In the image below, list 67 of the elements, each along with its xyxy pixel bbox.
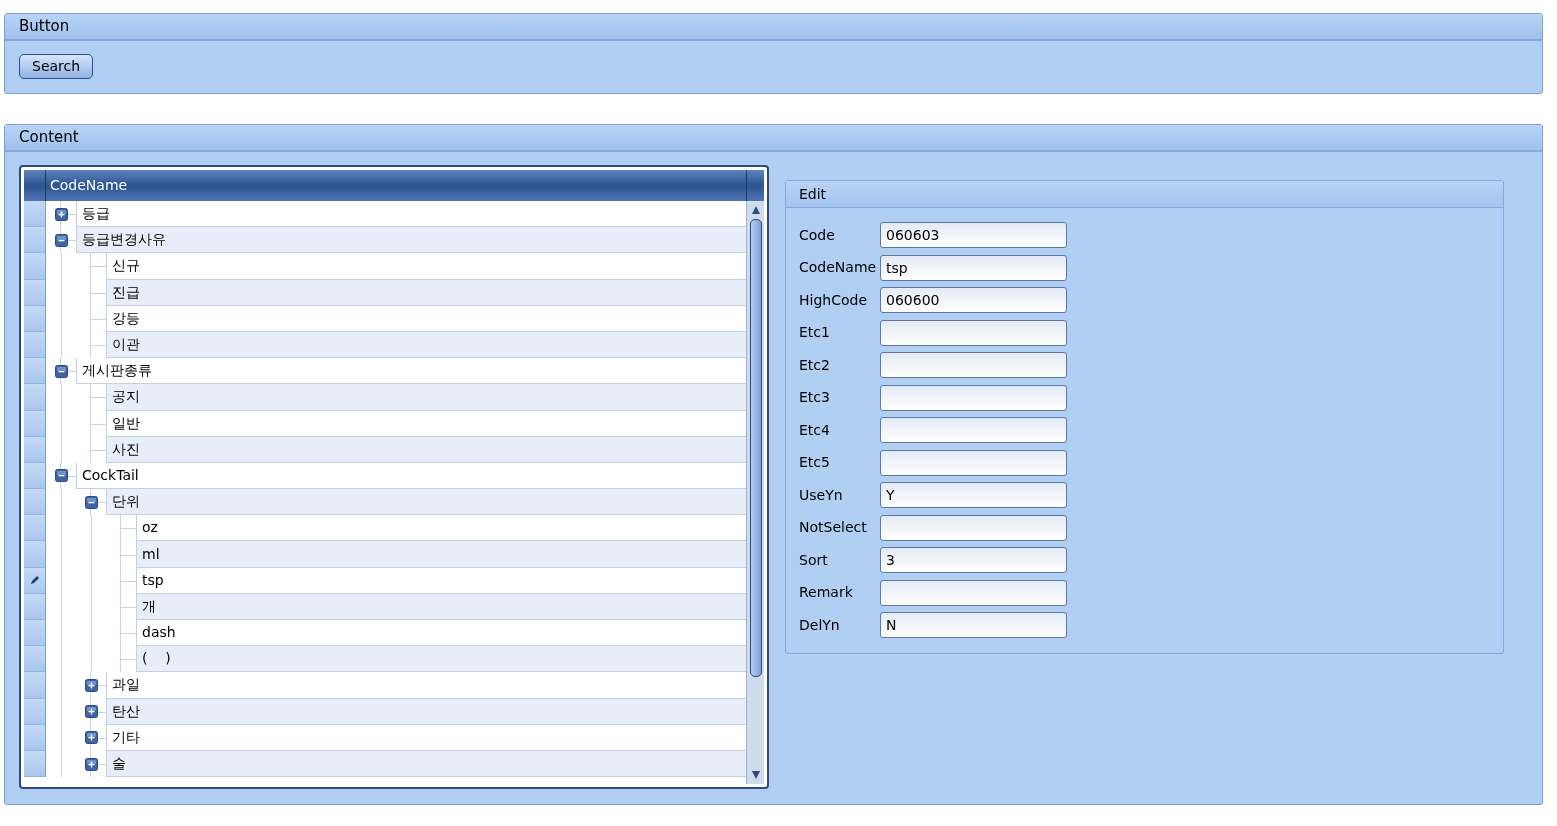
- field-label: Remark: [799, 583, 854, 602]
- tree-cell[interactable]: 등급: [76, 201, 746, 228]
- tree-cell[interactable]: 등급변경사유: [76, 227, 746, 254]
- input-field[interactable]: 060603: [880, 222, 1067, 248]
- field-label: Sort: [799, 550, 829, 570]
- input-field[interactable]: N: [880, 612, 1067, 638]
- plus-box-icon[interactable]: [84, 705, 98, 719]
- plus-box-icon[interactable]: [84, 678, 98, 692]
- plus-box-icon[interactable]: [84, 757, 98, 771]
- input-field[interactable]: tsp: [880, 254, 1067, 281]
- scrollbar[interactable]: [746, 201, 764, 784]
- input-field[interactable]: Y: [880, 482, 1067, 508]
- panel-title: Content: [19, 127, 79, 149]
- input-field[interactable]: [880, 319, 1067, 346]
- tree-cell[interactable]: ( ): [136, 646, 746, 673]
- input-field[interactable]: [880, 352, 1067, 378]
- tree-cell[interactable]: oz: [136, 515, 746, 542]
- field-label: HighCode: [799, 290, 869, 310]
- group-title: Edit: [799, 184, 827, 204]
- panel-title: Button: [19, 16, 70, 38]
- minus-box-icon[interactable]: [84, 495, 98, 509]
- tree-cell[interactable]: 신규: [106, 253, 746, 280]
- tree-cell[interactable]: 사진: [106, 436, 746, 463]
- up-arrow-icon[interactable]: [750, 205, 761, 215]
- field-label: Code: [799, 225, 836, 245]
- input-field[interactable]: 060600: [880, 287, 1067, 313]
- input-field[interactable]: [880, 449, 1067, 476]
- down-arrow-icon[interactable]: [750, 770, 761, 780]
- field-label: Etc1: [799, 323, 831, 342]
- tree-cell[interactable]: 과일: [106, 672, 746, 699]
- plus-box-icon[interactable]: [54, 207, 68, 221]
- tree-cell[interactable]: 개: [136, 593, 746, 620]
- tree-cell[interactable]: 단위: [106, 489, 746, 516]
- field-label: Etc2: [799, 355, 831, 375]
- minus-box-icon[interactable]: [54, 233, 68, 247]
- tree-cell[interactable]: 일반: [106, 410, 746, 437]
- input-field[interactable]: [880, 514, 1067, 541]
- tree-cell[interactable]: 술: [106, 750, 746, 778]
- tree-cell[interactable]: 기타: [106, 724, 746, 751]
- field-label: NotSelect: [799, 518, 868, 537]
- row-header[interactable]: [24, 567, 46, 594]
- tree-cell[interactable]: 강등: [106, 305, 746, 332]
- tree-cell[interactable]: tsp: [136, 567, 746, 594]
- pencil-icon: [29, 575, 40, 586]
- field-label: Etc4: [799, 420, 831, 440]
- tree-cell[interactable]: 탄산: [106, 698, 746, 725]
- field-label: Etc3: [799, 388, 831, 407]
- tree-cell[interactable]: dash: [136, 620, 746, 647]
- search-button[interactable]: Search: [19, 54, 94, 79]
- tree-cell[interactable]: CockTail: [76, 462, 746, 490]
- plus-box-icon[interactable]: [84, 731, 98, 745]
- tree-cell[interactable]: 진급: [106, 279, 746, 306]
- minus-box-icon[interactable]: [54, 469, 68, 483]
- input-field[interactable]: 3: [880, 547, 1067, 573]
- input-field[interactable]: [880, 417, 1067, 443]
- field-label: UseYn: [799, 485, 844, 505]
- minus-box-icon[interactable]: [54, 364, 68, 378]
- input-field[interactable]: [880, 384, 1067, 411]
- tree-cell[interactable]: ml: [136, 541, 746, 568]
- tree-cell[interactable]: 공지: [106, 384, 746, 411]
- field-label: Etc5: [799, 453, 831, 472]
- tree-cell[interactable]: 이관: [106, 331, 746, 359]
- input-field[interactable]: [880, 579, 1067, 606]
- field-label: DelYn: [799, 615, 841, 635]
- scroll-thumb[interactable]: [749, 219, 762, 677]
- field-label: CodeName: [799, 258, 878, 277]
- tree-cell[interactable]: 게시판종류: [76, 358, 746, 385]
